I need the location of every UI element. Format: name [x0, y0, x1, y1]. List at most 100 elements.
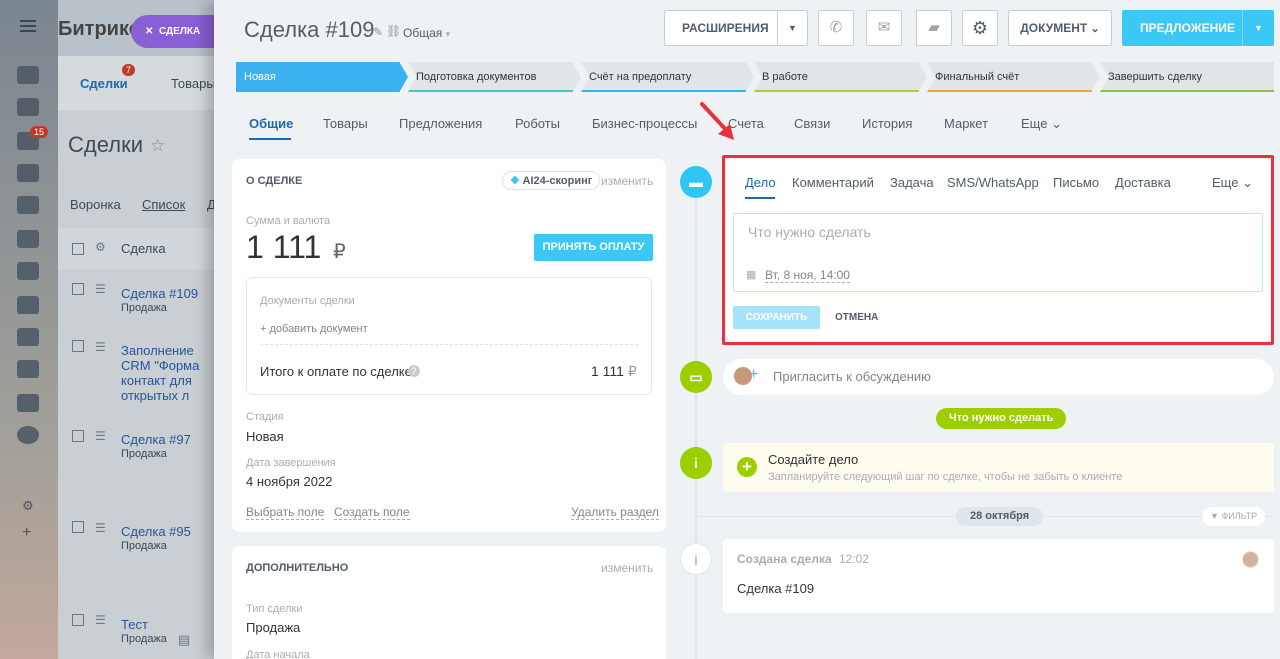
tab-market[interactable]: Маркет: [944, 116, 988, 131]
nav-icon-home[interactable]: [17, 394, 39, 412]
composer-tab-delivery[interactable]: Доставка: [1115, 175, 1171, 190]
ai-icon: ❖: [510, 175, 520, 187]
event-time: 12:02: [839, 552, 870, 566]
stage-docs[interactable]: Подготовка документов: [408, 62, 581, 92]
create-field-link[interactable]: Создать поле: [334, 505, 410, 520]
add-activity-icon[interactable]: +: [737, 457, 757, 477]
link-icon[interactable]: ⛓: [386, 24, 401, 38]
select-field-link[interactable]: Выбрать поле: [246, 505, 325, 520]
menu-icon[interactable]: [20, 20, 36, 22]
drag-icon[interactable]: ☰: [95, 613, 106, 627]
row-checkbox[interactable]: [72, 430, 84, 442]
drag-icon[interactable]: ☰: [95, 521, 106, 535]
proposal-button[interactable]: ПРЕДЛОЖЕНИЕ ▼: [1122, 10, 1274, 46]
tab-products[interactable]: Товары: [323, 116, 368, 131]
add-document-link[interactable]: + добавить документ: [260, 323, 368, 335]
tab-history[interactable]: История: [862, 116, 912, 131]
add-icon[interactable]: +: [22, 524, 31, 542]
accept-payment-button[interactable]: ПРИНЯТЬ ОПЛАТУ: [534, 234, 653, 261]
chat-icon[interactable]: ▰: [916, 10, 952, 46]
mail-icon[interactable]: ✉: [866, 10, 902, 46]
header-checkbox[interactable]: [72, 243, 84, 255]
nav-icon-box2[interactable]: [17, 328, 39, 346]
delete-section-link[interactable]: Удалить раздел: [571, 505, 659, 520]
nav-icon-robot[interactable]: [17, 262, 39, 280]
nav-icon-box[interactable]: [17, 296, 39, 314]
filter-button[interactable]: ▼ ФИЛЬТР: [1202, 507, 1266, 526]
create-activity-title[interactable]: Создайте дело: [768, 452, 858, 467]
composer-tab-sms[interactable]: SMS/WhatsApp: [947, 175, 1039, 190]
total-label: Итого к оплате по сделке: [260, 364, 412, 379]
tab-more[interactable]: Еще ⌄: [1021, 116, 1062, 132]
composer-tab-task[interactable]: Задача: [890, 175, 934, 190]
drag-icon[interactable]: ☰: [95, 282, 106, 296]
help-icon[interactable]: ?: [408, 365, 420, 377]
row-checkbox[interactable]: [72, 521, 84, 533]
edit-link[interactable]: изменить: [601, 561, 653, 575]
view-tab-list[interactable]: Список: [142, 197, 185, 212]
row-checkbox[interactable]: [72, 283, 84, 295]
top-tab-deals[interactable]: Сделки: [80, 76, 128, 91]
chevron-down-icon[interactable]: ▼: [777, 11, 807, 45]
composer-tab-mail[interactable]: Письмо: [1053, 175, 1099, 190]
print-icon[interactable]: ▤: [178, 632, 190, 648]
edit-link[interactable]: изменить: [601, 174, 653, 188]
extensions-label: РАСШИРЕНИЯ: [682, 21, 769, 35]
amount-label: Сумма и валюта: [246, 215, 331, 227]
nav-icon-code[interactable]: [17, 360, 39, 378]
stage-progress[interactable]: В работе: [754, 62, 927, 92]
tab-bp[interactable]: Бизнес-процессы: [592, 116, 697, 131]
stage-final[interactable]: Финальный счёт: [927, 62, 1100, 92]
chevron-down-icon[interactable]: ▼: [1242, 10, 1274, 46]
composer-tab-activity[interactable]: Дело: [745, 175, 776, 190]
active-tab-underline: [249, 138, 291, 140]
chevron-down-icon: ⌄: [1051, 116, 1062, 131]
cancel-button[interactable]: ОТМЕНА: [835, 312, 878, 323]
amount-value: 1 111: [246, 229, 322, 265]
row-title[interactable]: Тест: [121, 617, 148, 632]
additional-card: ДОПОЛНИТЕЛЬНО изменить Тип сделки Продаж…: [232, 546, 666, 659]
row-title[interactable]: Заполнение CRM "Форма контакт для открыт…: [121, 343, 214, 403]
nav-icon-contacts[interactable]: [17, 230, 39, 248]
stage-prepay[interactable]: Счёт на предоплату: [581, 62, 754, 92]
documents-label: Документы сделки: [260, 295, 355, 307]
composer-more-label: Еще: [1212, 175, 1239, 190]
category-selector[interactable]: Общая ▾: [403, 26, 450, 40]
view-tab-funnel[interactable]: Воронка: [70, 197, 121, 212]
document-button[interactable]: ДОКУМЕНТ ⌄: [1008, 10, 1112, 46]
extensions-button[interactable]: РАСШИРЕНИЯ ▼: [664, 10, 808, 46]
row-checkbox[interactable]: [72, 340, 84, 352]
tab-general[interactable]: Общие: [249, 116, 293, 131]
row-title[interactable]: Сделка #97: [121, 432, 191, 447]
nav-icon-shop[interactable]: [17, 196, 39, 214]
phone-icon[interactable]: ✆: [818, 10, 854, 46]
stage-label: В работе: [762, 71, 808, 83]
nav-icon-tasks[interactable]: [17, 98, 39, 116]
nav-icon-target[interactable]: [17, 164, 39, 182]
composer-tab-comment[interactable]: Комментарий: [792, 175, 874, 190]
composer-tab-more[interactable]: Еще ⌄: [1212, 175, 1253, 191]
invite-label[interactable]: Пригласить к обсуждению: [773, 369, 931, 384]
stage-finish[interactable]: Завершить сделку: [1100, 62, 1274, 92]
tab-links[interactable]: Связи: [794, 116, 830, 131]
row-checkbox[interactable]: [72, 614, 84, 626]
tab-proposals[interactable]: Предложения: [399, 116, 482, 131]
scoring-badge[interactable]: ❖ AI24-скоринг: [502, 171, 601, 190]
settings-icon[interactable]: ⚙: [22, 498, 34, 514]
top-tab-products[interactable]: Товары: [171, 76, 216, 91]
drag-icon[interactable]: ☰: [95, 429, 106, 443]
tab-robots[interactable]: Роботы: [515, 116, 560, 131]
add-user-icon[interactable]: +: [749, 366, 758, 384]
nav-icon-more[interactable]: [17, 426, 39, 444]
row-title[interactable]: Сделка #109: [121, 286, 198, 301]
grid-settings-icon[interactable]: ⚙: [95, 240, 106, 254]
drag-icon[interactable]: ☰: [95, 340, 106, 354]
deadline-value[interactable]: Вт, 8 ноя, 14:00: [765, 268, 850, 283]
stage-new[interactable]: Новая: [236, 62, 408, 92]
save-button[interactable]: СОХРАНИТЬ: [733, 306, 820, 329]
nav-icon-feed[interactable]: [17, 66, 39, 84]
row-title[interactable]: Сделка #95: [121, 524, 191, 539]
gear-icon[interactable]: ⚙: [962, 10, 998, 46]
star-icon[interactable]: ☆: [150, 136, 165, 156]
edit-title-icon[interactable]: ✎: [373, 25, 383, 39]
